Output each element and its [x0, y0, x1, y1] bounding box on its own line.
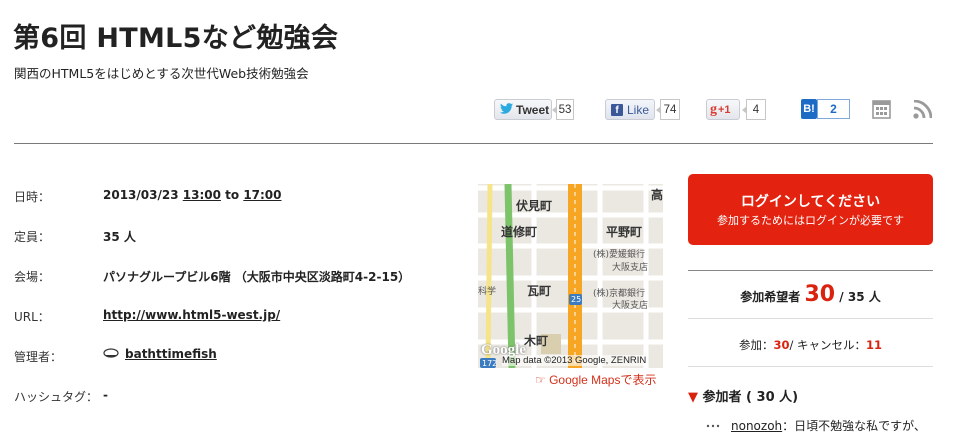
- login-title: ログインしてください: [740, 194, 881, 210]
- admin-value[interactable]: bathttimefish: [103, 347, 217, 361]
- date-text: 2013/03/23: [103, 188, 179, 202]
- admin-label: 管理者：: [14, 350, 63, 364]
- time-to: to: [225, 188, 240, 202]
- map-label: 大阪支店: [612, 263, 649, 273]
- sidebar-divider: [688, 318, 933, 319]
- date-value: 2013/03/23 13:00 to 17:00: [103, 188, 282, 202]
- page-title: 第6回 HTML5など勉強会: [13, 23, 339, 54]
- applicants-label: 参加希望者: [740, 290, 801, 304]
- date-label: 日時：: [14, 190, 51, 204]
- like-count: 74: [656, 99, 680, 120]
- hashtag-value: -: [103, 388, 108, 402]
- capacity-value: 35 人: [103, 230, 136, 244]
- participant-link[interactable]: nonozoh: [731, 419, 782, 433]
- map-label: 高: [651, 188, 663, 202]
- google-plus-label: +1: [718, 103, 731, 116]
- applicants-capacity: / 35 人: [839, 290, 881, 304]
- attend-label: 参加：: [738, 338, 774, 352]
- applicants-summary: 参加希望者 30 / 35 人: [688, 282, 933, 307]
- map-attribution: Map data ©2013 Google, ZENRIN: [502, 355, 647, 366]
- hatena-count: 2: [817, 99, 850, 119]
- sidebar-divider: [688, 270, 933, 271]
- twitter-icon: [500, 102, 513, 117]
- page-subtitle: 関西のHTML5をはじめとする次世代Web技術勉強会: [14, 66, 309, 81]
- hatena-label: B!: [803, 103, 815, 115]
- map-label: 木町: [524, 334, 549, 348]
- map-label: 平野町: [606, 225, 643, 239]
- map-label: 科学: [478, 287, 497, 297]
- venue-label: 会場：: [14, 270, 51, 284]
- login-button[interactable]: ログインしてください 参加するためにはログインが必要です: [688, 174, 933, 245]
- calendar-icon[interactable]: [872, 99, 891, 119]
- map-label: 大阪支店: [612, 301, 649, 311]
- participant-row: nonozoh：日頃不勉強な私ですが、: [705, 417, 926, 434]
- attend-count: 30: [773, 338, 790, 352]
- event-url-link[interactable]: http://www.html5-west.jp/: [103, 308, 280, 322]
- google-plus-count: 4: [742, 99, 766, 120]
- hatena-bookmark-icon[interactable]: B!: [801, 99, 817, 119]
- like-label: Like: [626, 102, 649, 117]
- venue-value: パソナグループビル6階 （大阪市中央区淡路町4-2-15）: [103, 270, 411, 284]
- participants-heading[interactable]: ▼ 参加者 ( 30 人): [688, 386, 798, 405]
- route-number: 172: [482, 359, 498, 368]
- map-label: 道修町: [501, 225, 538, 239]
- avatar: [103, 347, 119, 359]
- map-label: 伏見町: [516, 199, 553, 213]
- cancel-label: / キャンセル：: [789, 338, 867, 352]
- avatar: [705, 419, 721, 428]
- participants-title: 参加者 ( 30 人): [702, 390, 799, 405]
- triangle-down-icon: ▼: [688, 390, 698, 405]
- cancel-count: 11: [866, 338, 883, 352]
- header-divider: [14, 143, 933, 144]
- tweet-label: Tweet: [516, 102, 550, 117]
- tweet-count: 53: [552, 99, 574, 120]
- start-time-link[interactable]: 13:00: [183, 188, 221, 202]
- venue-map[interactable]: 伏見町 道修町 平野町 (株)愛媛銀行 大阪支店 瓦町 (株)京都銀行 大阪支店…: [478, 184, 663, 368]
- end-time-link[interactable]: 17:00: [243, 188, 281, 202]
- sidebar-divider: [688, 366, 933, 367]
- applicants-count: 30: [804, 282, 836, 307]
- url-label: URL：: [14, 310, 50, 324]
- route-number: 25: [571, 295, 582, 304]
- google-maps-link[interactable]: ☞ Google Mapsで表示: [535, 371, 656, 388]
- google-plus-icon: g: [710, 101, 717, 117]
- rss-icon[interactable]: [913, 99, 933, 119]
- facebook-like-button[interactable]: f Like: [605, 99, 655, 120]
- facebook-icon: f: [611, 103, 623, 116]
- capacity-label: 定員：: [14, 230, 51, 244]
- login-subtitle: 参加するためにはログインが必要です: [717, 214, 904, 227]
- map-label: (株)愛媛銀行: [593, 250, 646, 260]
- hashtag-label: ハッシュタグ：: [14, 390, 99, 404]
- tweet-button[interactable]: Tweet: [494, 99, 552, 120]
- google-plus-button[interactable]: g +1: [706, 99, 740, 120]
- attendance-summary: 参加：30/ キャンセル：11: [688, 337, 933, 353]
- map-label: 瓦町: [527, 284, 552, 298]
- participant-comment: ：日頃不勉強な私ですが、: [782, 419, 926, 433]
- admin-link[interactable]: bathttimefish: [125, 347, 217, 361]
